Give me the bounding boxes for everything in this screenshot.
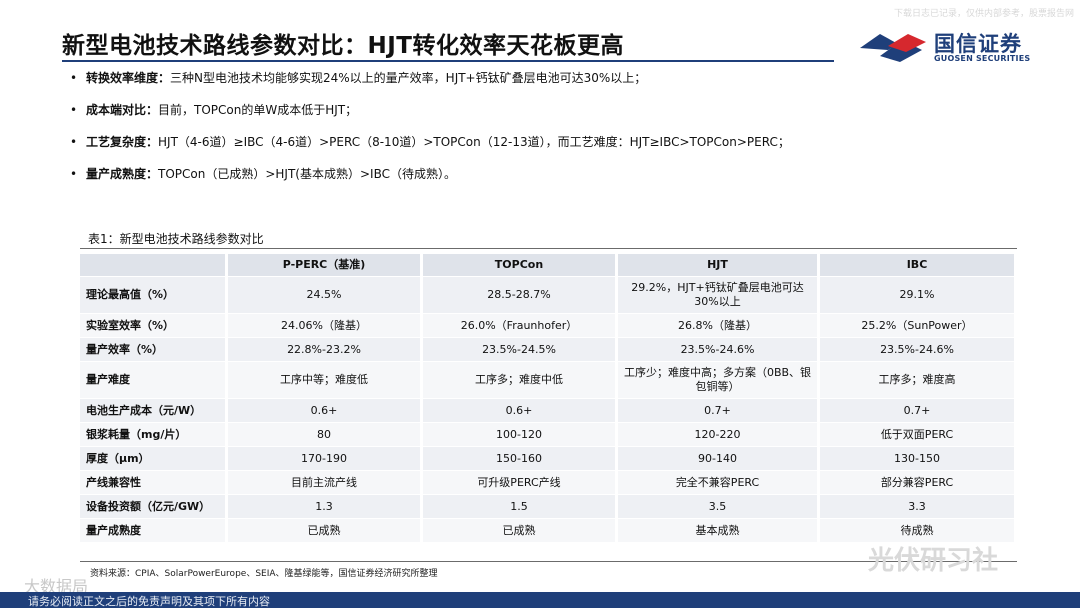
- table-cell: 23.5%-24.6%: [820, 338, 1017, 361]
- bullet-text: TOPCon（已成熟）>HJT(基本成熟）>IBC（待成熟）。: [158, 167, 456, 181]
- table-row: 设备投资额（亿元/GW） 1.3 1.5 3.5 3.3: [80, 495, 1017, 518]
- table-cell: 1.5: [423, 495, 618, 518]
- footer-disclaimer: 请务必阅读正文之后的免责声明及其项下所有内容: [28, 595, 270, 608]
- table-cell: 29.2%，HJT+钙钛矿叠层电池可达30%以上: [618, 277, 820, 313]
- source-note: 资料来源：CPIA、SolarPowerEurope、SEIA、隆基绿能等，国信…: [90, 569, 438, 579]
- table-row: 厚度（μm） 170-190 150-160 90-140 130-150: [80, 447, 1017, 470]
- table-cell: 低于双面PERC: [820, 423, 1017, 446]
- table-cell: 工序多；难度高: [820, 362, 1017, 398]
- table-header-row: P-PERC（基准) TOPCon HJT IBC: [80, 254, 1017, 276]
- header-cell-blank: [80, 254, 228, 276]
- table-cell: 已成熟: [423, 519, 618, 542]
- row-label: 实验室效率（%）: [80, 314, 228, 337]
- table-caption: 表1：新型电池技术路线参数对比: [88, 232, 264, 246]
- table-cell: 3.3: [820, 495, 1017, 518]
- table-row: 产线兼容性 目前主流产线 可升级PERC产线 完全不兼容PERC 部分兼容PER…: [80, 471, 1017, 494]
- table-cell: 100-120: [423, 423, 618, 446]
- table-cell: 130-150: [820, 447, 1017, 470]
- table-cell: 26.0%（Fraunhofer）: [423, 314, 618, 337]
- row-label: 理论最高值（%）: [80, 277, 228, 313]
- table-cell: 170-190: [228, 447, 423, 470]
- table-cell: 目前主流产线: [228, 471, 423, 494]
- table-cell: 可升级PERC产线: [423, 471, 618, 494]
- bullet-text: 三种N型电池技术均能够实现24%以上的量产效率，HJT+钙钛矿叠层电池可达30%…: [170, 71, 647, 85]
- table-cell: 0.6+: [228, 399, 423, 422]
- wechat-watermark: 光伏研习社: [868, 546, 999, 576]
- table-row: 量产成熟度 已成熟 已成熟 基本成熟 待成熟: [80, 519, 1017, 542]
- company-logo: 国信证券 GUOSEN SECURITIES: [858, 26, 1058, 66]
- table-cell: 90-140: [618, 447, 820, 470]
- row-label: 电池生产成本（元/W）: [80, 399, 228, 422]
- table-cell: 120-220: [618, 423, 820, 446]
- row-label: 设备投资额（亿元/GW）: [80, 495, 228, 518]
- table-cell: 完全不兼容PERC: [618, 471, 820, 494]
- row-label: 量产效率（%）: [80, 338, 228, 361]
- table-cell: 80: [228, 423, 423, 446]
- table-row: 量产效率（%） 22.8%-23.2% 23.5%-24.5% 23.5%-24…: [80, 338, 1017, 361]
- table-cell: 29.1%: [820, 277, 1017, 313]
- bullet-item: 成本端对比：目前，TOPCon的单W成本低于HJT；: [70, 102, 1030, 134]
- table-cell: 0.7+: [618, 399, 820, 422]
- table-cell: 已成熟: [228, 519, 423, 542]
- table-cell: 基本成熟: [618, 519, 820, 542]
- bullet-item: 转换效率维度：三种N型电池技术均能够实现24%以上的量产效率，HJT+钙钛矿叠层…: [70, 70, 1030, 102]
- table-cell: 工序少；难度中高；多方案（0BB、银包铜等）: [618, 362, 820, 398]
- table-cell: 1.3: [228, 495, 423, 518]
- header-cell-ibc: IBC: [820, 254, 1017, 276]
- table-row: 银浆耗量（mg/片） 80 100-120 120-220 低于双面PERC: [80, 423, 1017, 446]
- row-label: 产线兼容性: [80, 471, 228, 494]
- bullet-label: 转换效率维度：: [86, 71, 171, 85]
- bullet-item: 工艺复杂度：HJT（4-6道）≥IBC（4-6道）>PERC（8-10道）>TO…: [70, 134, 1030, 166]
- table-cell: 24.06%（隆基）: [228, 314, 423, 337]
- table-cell: 26.8%（隆基）: [618, 314, 820, 337]
- bullet-label: 工艺复杂度：: [86, 135, 159, 149]
- bullet-label: 成本端对比：: [86, 103, 159, 117]
- title-underline: [62, 60, 834, 62]
- row-label: 量产难度: [80, 362, 228, 398]
- bullet-item: 量产成熟度：TOPCon（已成熟）>HJT(基本成熟）>IBC（待成熟）。: [70, 166, 1030, 198]
- table-row: 量产难度 工序中等；难度低 工序多；难度中低 工序少；难度中高；多方案（0BB、…: [80, 362, 1017, 398]
- table-cell: 25.2%（SunPower）: [820, 314, 1017, 337]
- row-label: 银浆耗量（mg/片）: [80, 423, 228, 446]
- table-cell: 待成熟: [820, 519, 1017, 542]
- table-cell: 0.6+: [423, 399, 618, 422]
- page-title: 新型电池技术路线参数对比：HJT转化效率天花板更高: [62, 33, 624, 59]
- top-disclaimer-note: 下载日志已记录，仅供内部参考，股票报告网: [893, 9, 1074, 19]
- table-cell: 0.7+: [820, 399, 1017, 422]
- logo-english-name: GUOSEN SECURITIES: [934, 54, 1031, 63]
- table-row: 实验室效率（%） 24.06%（隆基） 26.0%（Fraunhofer） 26…: [80, 314, 1017, 337]
- table-cell: 3.5: [618, 495, 820, 518]
- header-cell-perc: P-PERC（基准): [228, 254, 423, 276]
- logo-mark-icon: [860, 34, 926, 62]
- table-cell: 23.5%-24.6%: [618, 338, 820, 361]
- bullet-text: 目前，TOPCon的单W成本低于HJT；: [158, 103, 358, 117]
- table-cell: 150-160: [423, 447, 618, 470]
- bullet-list: 转换效率维度：三种N型电池技术均能够实现24%以上的量产效率，HJT+钙钛矿叠层…: [70, 70, 1030, 198]
- table-cell: 部分兼容PERC: [820, 471, 1017, 494]
- row-label: 量产成熟度: [80, 519, 228, 542]
- comparison-table: P-PERC（基准) TOPCon HJT IBC 理论最高值（%） 24.5%…: [80, 253, 1017, 543]
- header-cell-hjt: HJT: [618, 254, 820, 276]
- table-cell: 22.8%-23.2%: [228, 338, 423, 361]
- table-cell: 23.5%-24.5%: [423, 338, 618, 361]
- table-cell: 工序中等；难度低: [228, 362, 423, 398]
- table-cell: 工序多；难度中低: [423, 362, 618, 398]
- row-label: 厚度（μm）: [80, 447, 228, 470]
- table-cell: 28.5-28.7%: [423, 277, 618, 313]
- table-cell: 24.5%: [228, 277, 423, 313]
- bullet-text: HJT（4-6道）≥IBC（4-6道）>PERC（8-10道）>TOPCon（1…: [158, 135, 790, 149]
- table-row: 理论最高值（%） 24.5% 28.5-28.7% 29.2%，HJT+钙钛矿叠…: [80, 277, 1017, 313]
- caption-divider: [80, 248, 1017, 249]
- footer-bar: 请务必阅读正文之后的免责声明及其项下所有内容: [0, 592, 1080, 608]
- table-row: 电池生产成本（元/W） 0.6+ 0.6+ 0.7+ 0.7+: [80, 399, 1017, 422]
- header-cell-topcon: TOPCon: [423, 254, 618, 276]
- bullet-label: 量产成熟度：: [86, 167, 159, 181]
